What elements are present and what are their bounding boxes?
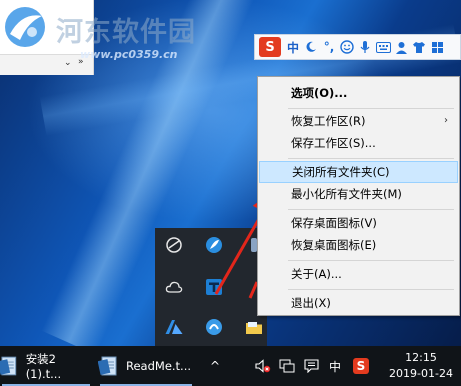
- taskbar: 安装2 (1).t... ReadMe.t... ^ 中 S 12:15 201…: [0, 346, 461, 386]
- menu-item-about[interactable]: 关于(A)...: [259, 263, 458, 285]
- menu-item-label: 恢复工作区(R): [291, 114, 366, 128]
- menu-separator: [288, 209, 454, 210]
- menu-separator: [288, 158, 454, 159]
- volume-muted-icon[interactable]: [252, 346, 274, 386]
- action-center-icon[interactable]: [300, 346, 322, 386]
- clock-time: 12:15: [405, 351, 437, 364]
- context-menu: 选项(O)... 恢复工作区(R) › 保存工作区(S)... 关闭所有文件夹(…: [257, 76, 460, 316]
- sogou-logo-icon: S: [353, 358, 369, 374]
- taskbar-item-install-txt[interactable]: 安装2 (1).t...: [0, 346, 94, 386]
- notepad-icon: [0, 356, 17, 376]
- menu-item-restore-desktop-icons[interactable]: 恢复桌面图标(E): [259, 234, 458, 256]
- menu-separator: [288, 260, 454, 261]
- menu-separator: [288, 108, 454, 109]
- taskbar-item-label: ReadMe.t...: [126, 359, 192, 373]
- menu-item-exit[interactable]: 退出(X): [259, 292, 458, 314]
- system-clock[interactable]: 12:15 2019-01-24: [386, 350, 456, 382]
- notepad-icon: [98, 356, 117, 376]
- menu-item-save-workspace[interactable]: 保存工作区(S)...: [259, 132, 458, 154]
- taskbar-item-readme-txt[interactable]: ReadMe.t...: [98, 346, 194, 386]
- menu-separator: [288, 289, 454, 290]
- menu-item-close-all-folders[interactable]: 关闭所有文件夹(C): [259, 161, 458, 183]
- ime-mode-indicator[interactable]: 中: [324, 346, 346, 386]
- submenu-arrow-icon: ›: [444, 115, 448, 126]
- tray-expand-button[interactable]: ^: [204, 346, 226, 386]
- sogou-tray-icon[interactable]: S: [350, 346, 372, 386]
- menu-item-restore-workspace[interactable]: 恢复工作区(R) ›: [259, 110, 458, 132]
- network-icon[interactable]: [276, 346, 298, 386]
- menu-item-minimize-all-folders[interactable]: 最小化所有文件夹(M): [259, 183, 458, 205]
- clock-date: 2019-01-24: [389, 367, 453, 380]
- taskbar-item-label: 安装2 (1).t...: [25, 352, 62, 381]
- menu-item-options[interactable]: 选项(O)...: [259, 82, 458, 104]
- menu-item-save-desktop-icons[interactable]: 保存桌面图标(V): [259, 212, 458, 234]
- desktop: ⌄ » 河东软件园 www.pc0359.cn S 中 °, 选项(O)... …: [0, 0, 461, 346]
